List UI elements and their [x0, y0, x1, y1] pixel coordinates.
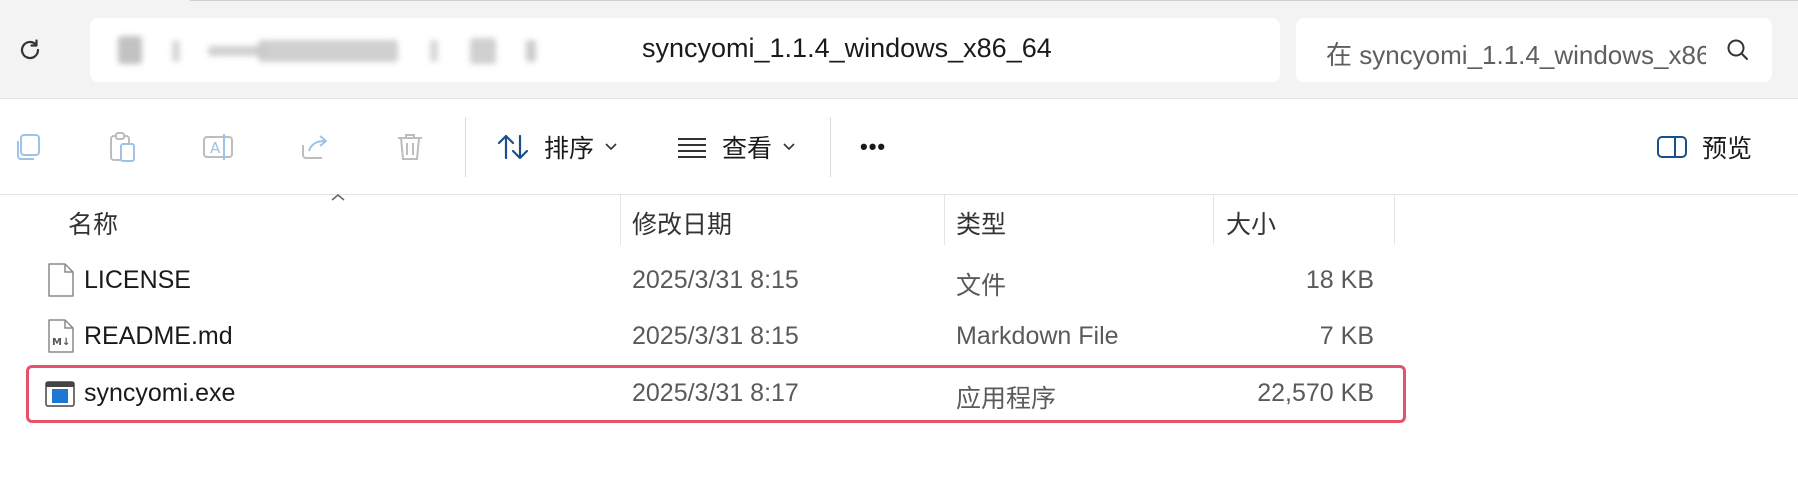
- file-type: 应用程序: [956, 385, 1057, 413]
- column-header-modified[interactable]: 修改日期: [632, 205, 732, 241]
- toolbar-divider: [830, 117, 831, 177]
- file-row[interactable]: LICENSE 2025/3/31 8:15 文件 18 KB: [26, 253, 1406, 309]
- window-top-edge: [190, 0, 1798, 1]
- column-divider[interactable]: [944, 195, 945, 245]
- column-header-name[interactable]: 名称: [68, 205, 118, 241]
- chevron-down-icon: [782, 142, 796, 152]
- breadcrumb-separator: [430, 40, 438, 62]
- column-divider[interactable]: [1213, 195, 1214, 245]
- refresh-icon: [20, 39, 40, 60]
- address-strip: syncyomi_1.1.4_windows_x86_64 在 syncyomi…: [0, 0, 1798, 99]
- command-bar: A 排序 查看 ••• 预览: [0, 99, 1798, 279]
- delete-button[interactable]: [390, 127, 430, 167]
- view-list-icon: [678, 138, 706, 158]
- rename-button[interactable]: A: [198, 127, 238, 167]
- file-row[interactable]: M↓ README.md 2025/3/31 8:15 Markdown Fil…: [26, 309, 1406, 365]
- refresh-button[interactable]: [14, 34, 46, 66]
- view-label: 查看: [722, 135, 773, 163]
- paste-button[interactable]: [102, 127, 142, 167]
- more-options-button[interactable]: •••: [860, 125, 886, 169]
- file-modified: 2025/3/31 8:15: [632, 266, 799, 294]
- file-size: 7 KB: [1319, 322, 1374, 350]
- generic-file-icon: [48, 263, 74, 297]
- trash-icon: [398, 134, 422, 160]
- paste-icon: [110, 132, 135, 162]
- copy-button[interactable]: [8, 127, 48, 167]
- sort-button[interactable]: 排序: [496, 125, 618, 169]
- sort-label: 排序: [544, 135, 595, 163]
- column-header-row: 名称 修改日期 类型 大小: [0, 194, 1798, 245]
- breadcrumb-blurred[interactable]: [470, 38, 496, 64]
- breadcrumb-blurred[interactable]: [118, 36, 142, 64]
- view-button[interactable]: 查看: [676, 125, 796, 169]
- share-icon: [302, 135, 327, 159]
- column-divider[interactable]: [620, 195, 621, 245]
- column-divider[interactable]: [1394, 195, 1395, 245]
- preview-label: 预览: [1702, 135, 1753, 163]
- search-icon: [1727, 39, 1748, 60]
- preview-pane-icon: [1657, 136, 1687, 158]
- column-header-size[interactable]: 大小: [1226, 205, 1276, 241]
- copy-icon: [17, 134, 40, 160]
- file-name[interactable]: syncyomi.exe: [84, 379, 235, 408]
- address-bar[interactable]: syncyomi_1.1.4_windows_x86_64: [90, 18, 1280, 82]
- file-modified: 2025/3/31 8:17: [632, 379, 799, 407]
- file-size: 22,570 KB: [1257, 379, 1374, 407]
- search-input[interactable]: 在 syncyomi_1.1.4_windows_x86_64 中搜索: [1296, 18, 1772, 82]
- more-icon: •••: [860, 134, 887, 159]
- preview-pane-button[interactable]: 预览: [1656, 125, 1752, 169]
- column-header-type[interactable]: 类型: [956, 205, 1006, 241]
- breadcrumb-blurred[interactable]: [258, 40, 398, 62]
- application-icon: [45, 381, 75, 407]
- markdown-file-icon: M↓: [48, 319, 74, 353]
- svg-text:M↓: M↓: [52, 337, 70, 348]
- rename-icon: A: [203, 134, 233, 160]
- file-name[interactable]: LICENSE: [84, 266, 191, 295]
- breadcrumb-separator: [172, 40, 180, 62]
- sort-ascending-icon: [331, 194, 345, 201]
- file-type: 文件: [956, 272, 1007, 300]
- file-list: 名称 修改日期 类型 大小 LICENSE 2025/3/31 8:15 文件 …: [0, 194, 1798, 477]
- sort-icon: [497, 134, 529, 160]
- file-type: Markdown File: [956, 322, 1119, 350]
- breadcrumb-current-folder[interactable]: syncyomi_1.1.4_windows_x86_64: [642, 33, 1052, 64]
- svg-text:A: A: [210, 139, 221, 157]
- chevron-down-icon: [604, 142, 618, 152]
- file-name[interactable]: README.md: [84, 322, 233, 351]
- file-size: 18 KB: [1305, 266, 1374, 294]
- share-button[interactable]: [294, 127, 334, 167]
- file-row-highlighted[interactable]: syncyomi.exe 2025/3/31 8:17 应用程序 22,570 …: [26, 365, 1406, 423]
- breadcrumb-separator: [526, 40, 536, 62]
- search-placeholder: 在 syncyomi_1.1.4_windows_x86_64 中搜索: [1326, 40, 1706, 70]
- toolbar-divider: [465, 117, 466, 177]
- file-modified: 2025/3/31 8:15: [632, 322, 799, 350]
